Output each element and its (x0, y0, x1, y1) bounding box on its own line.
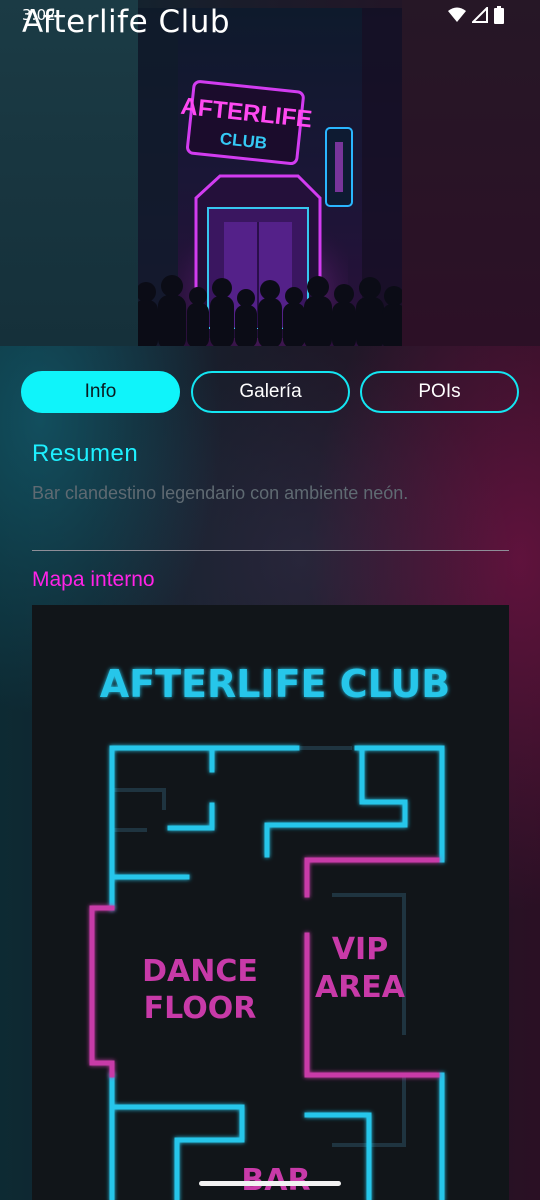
header-background-right (402, 0, 540, 346)
tab-info[interactable]: Info (21, 371, 180, 413)
signal-icon (472, 7, 488, 23)
battery-icon (494, 6, 504, 24)
summary-text: Bar clandestino legendario con ambiente … (32, 483, 409, 503)
status-time: 3:02 (22, 6, 56, 24)
map-heading: Mapa interno (32, 568, 155, 591)
summary-heading: Resumen (32, 440, 139, 467)
vip-area-label-1: VIP (332, 932, 388, 967)
status-bar: 3:02 (0, 0, 540, 32)
gesture-nav-handle[interactable] (199, 1181, 341, 1186)
dance-floor-label-2: FLOOR (144, 991, 257, 1026)
wifi-icon (448, 7, 466, 22)
map-title: AFTERLIFE CLUB (100, 662, 451, 706)
tab-gallery[interactable]: Galería (191, 371, 350, 413)
tab-bar: Info Galería POIs (21, 371, 519, 413)
header-background-left (0, 0, 138, 346)
dance-floor-label-1: DANCE (142, 954, 258, 989)
vip-area-label-2: AREA (315, 970, 406, 1005)
internal-map-image: AFTERLIFE CLUB DANCE FLOOR VIP AREA (32, 605, 509, 1200)
tab-pois[interactable]: POIs (360, 371, 519, 413)
section-divider (32, 550, 509, 551)
club-hero-image: AFTERLIFE CLUB (138, 8, 402, 346)
status-icons (448, 6, 504, 24)
